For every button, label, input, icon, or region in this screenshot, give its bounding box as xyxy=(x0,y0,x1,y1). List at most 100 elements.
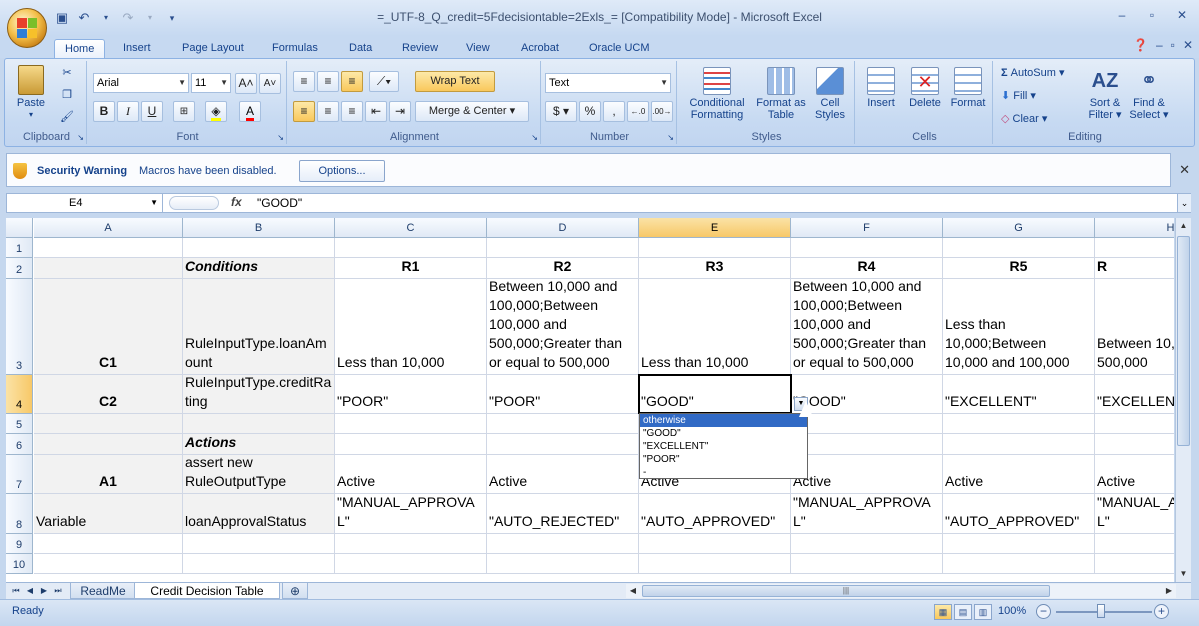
tab-view[interactable]: View xyxy=(466,39,490,58)
cell-h10[interactable] xyxy=(1095,554,1174,574)
zoom-level[interactable]: 100% xyxy=(998,605,1026,617)
cell-e3[interactable]: Less than 10,000 xyxy=(639,279,791,375)
align-right-button[interactable]: ≡ xyxy=(341,101,363,122)
cell-d8[interactable]: "AUTO_REJECTED" xyxy=(487,494,639,534)
cell-b4[interactable]: RuleInputType.creditRating xyxy=(183,375,335,414)
cell-g1[interactable] xyxy=(943,238,1095,258)
scroll-left-icon[interactable]: ◀ xyxy=(626,584,640,598)
cell-c3[interactable]: Less than 10,000 xyxy=(335,279,487,375)
workbook-close-icon[interactable]: ✕ xyxy=(1183,38,1193,52)
underline-button[interactable]: U xyxy=(141,101,163,122)
fill-button[interactable]: ⬇ Fill ▾ xyxy=(1001,90,1091,102)
sort-filter-button[interactable]: AZ Sort & Filter ▾ xyxy=(1083,67,1127,121)
middle-align-button[interactable]: ≡ xyxy=(317,71,339,92)
cell-c7[interactable]: Active xyxy=(335,455,487,494)
cell-d4[interactable]: "POOR" xyxy=(487,375,639,414)
cell-c5[interactable] xyxy=(335,414,487,434)
row-header-9[interactable]: 9 xyxy=(6,534,33,554)
cell-h4[interactable]: "EXCELLENT" xyxy=(1095,375,1174,414)
cell-a8[interactable]: Variable xyxy=(34,494,183,534)
column-header-g[interactable]: G xyxy=(943,218,1095,238)
conditional-formatting-button[interactable]: Conditional Formatting xyxy=(683,67,751,121)
cell-c10[interactable] xyxy=(335,554,487,574)
cell-f1[interactable] xyxy=(791,238,943,258)
row-header-4[interactable]: 4 xyxy=(6,375,33,414)
scroll-down-icon[interactable]: ▼ xyxy=(1176,566,1191,582)
find-select-button[interactable]: ⚭ Find & Select ▾ xyxy=(1127,67,1171,121)
horizontal-scroll-thumb[interactable]: ||| xyxy=(642,585,1050,597)
number-launcher-icon[interactable]: ↘ xyxy=(667,133,674,142)
insert-function-icon[interactable]: fx xyxy=(231,195,242,209)
last-sheet-icon[interactable]: ⏭ xyxy=(52,584,64,598)
align-center-button[interactable]: ≡ xyxy=(317,101,339,122)
decrease-decimal-button[interactable]: .00→ xyxy=(651,101,673,122)
dropdown-option[interactable]: "GOOD" xyxy=(640,427,807,440)
cell-b10[interactable] xyxy=(183,554,335,574)
cell-d7[interactable]: Active xyxy=(487,455,639,494)
scroll-up-icon[interactable]: ▲ xyxy=(1176,218,1191,234)
column-header-c[interactable]: C xyxy=(335,218,487,238)
cell-h1[interactable] xyxy=(1095,238,1174,258)
close-icon[interactable]: ✕ xyxy=(1179,162,1190,178)
font-family-select[interactable]: Arial ▼ xyxy=(93,73,189,93)
formula-content[interactable]: "GOOD" xyxy=(257,194,302,212)
workbook-restore-icon[interactable]: ▫ xyxy=(1171,38,1175,52)
horizontal-scrollbar[interactable]: ◀ ||| ▶ xyxy=(626,584,1176,598)
cell-c1[interactable] xyxy=(335,238,487,258)
borders-button[interactable]: ⊞ xyxy=(173,101,195,122)
cell-g9[interactable] xyxy=(943,534,1095,554)
merge-center-button[interactable]: Merge & Center ▾ xyxy=(415,101,529,122)
cell-g6[interactable] xyxy=(943,434,1095,455)
cell-a6[interactable] xyxy=(34,434,183,455)
cell-h9[interactable] xyxy=(1095,534,1174,554)
cell-f6[interactable] xyxy=(791,434,943,455)
cell-g2[interactable]: R5 xyxy=(943,258,1095,279)
cell-e8[interactable]: "AUTO_APPROVED" xyxy=(639,494,791,534)
maximize-icon[interactable]: ▫ xyxy=(1139,6,1165,24)
cell-d2[interactable]: R2 xyxy=(487,258,639,279)
cell-h6[interactable] xyxy=(1095,434,1174,455)
clipboard-launcher-icon[interactable]: ↘ xyxy=(77,133,84,142)
autosum-button[interactable]: Σ AutoSum ▾ xyxy=(1001,67,1091,79)
cell-c4[interactable]: "POOR" xyxy=(335,375,487,414)
help-icon[interactable]: ❓ xyxy=(1133,38,1148,52)
page-layout-view-icon[interactable]: ▤ xyxy=(954,604,972,620)
cell-a2[interactable] xyxy=(34,258,183,279)
number-format-select[interactable]: Text ▼ xyxy=(545,73,671,93)
cell-f2[interactable]: R4 xyxy=(791,258,943,279)
cell-styles-button[interactable]: Cell Styles xyxy=(809,67,851,121)
row-header-3[interactable]: 3 xyxy=(6,279,33,375)
cell-b1[interactable] xyxy=(183,238,335,258)
row-header-8[interactable]: 8 xyxy=(6,494,33,534)
cell-g7[interactable]: Active xyxy=(943,455,1095,494)
comma-button[interactable]: , xyxy=(603,101,625,122)
cell-h5[interactable] xyxy=(1095,414,1174,434)
cell-d9[interactable] xyxy=(487,534,639,554)
grow-font-button[interactable]: A˄ xyxy=(235,73,257,94)
dropdown-option[interactable]: "POOR" xyxy=(640,453,807,466)
delete-cells-button[interactable]: ✕ Delete xyxy=(905,67,945,109)
row-header-7[interactable]: 7 xyxy=(6,455,33,494)
normal-view-icon[interactable]: ▦ xyxy=(934,604,952,620)
vertical-scroll-thumb[interactable] xyxy=(1177,236,1190,446)
options-button[interactable]: Options... xyxy=(299,160,385,182)
copy-icon[interactable]: ❐ xyxy=(59,89,75,101)
column-header-a[interactable]: A xyxy=(34,218,183,238)
cell-a3[interactable]: C1 xyxy=(34,279,183,375)
cell-b7[interactable]: assert new RuleOutputType xyxy=(183,455,335,494)
cell-h7[interactable]: Active xyxy=(1095,455,1174,494)
shrink-font-button[interactable]: A˅ xyxy=(259,73,281,94)
dropdown-option[interactable]: "EXCELLENT" xyxy=(640,440,807,453)
sheet-tab-credit-decision-table[interactable]: Credit Decision Table xyxy=(134,583,280,599)
bold-button[interactable]: B xyxy=(93,101,115,122)
cell-f10[interactable] xyxy=(791,554,943,574)
zoom-slider-thumb[interactable] xyxy=(1097,604,1105,618)
cell-a10[interactable] xyxy=(34,554,183,574)
first-sheet-icon[interactable]: ⏮ xyxy=(10,584,22,598)
increase-indent-button[interactable]: ⇥ xyxy=(389,101,411,122)
tab-review[interactable]: Review xyxy=(402,39,438,58)
select-all-corner[interactable] xyxy=(6,218,33,238)
name-box[interactable]: E4 ▼ xyxy=(7,194,163,212)
cell-e9[interactable] xyxy=(639,534,791,554)
worksheet-grid[interactable]: ABCDEFGH 1 2 3 4 5 6 7 8 9 10 C1 C2 A1 Variable Condi… xyxy=(6,218,1174,582)
